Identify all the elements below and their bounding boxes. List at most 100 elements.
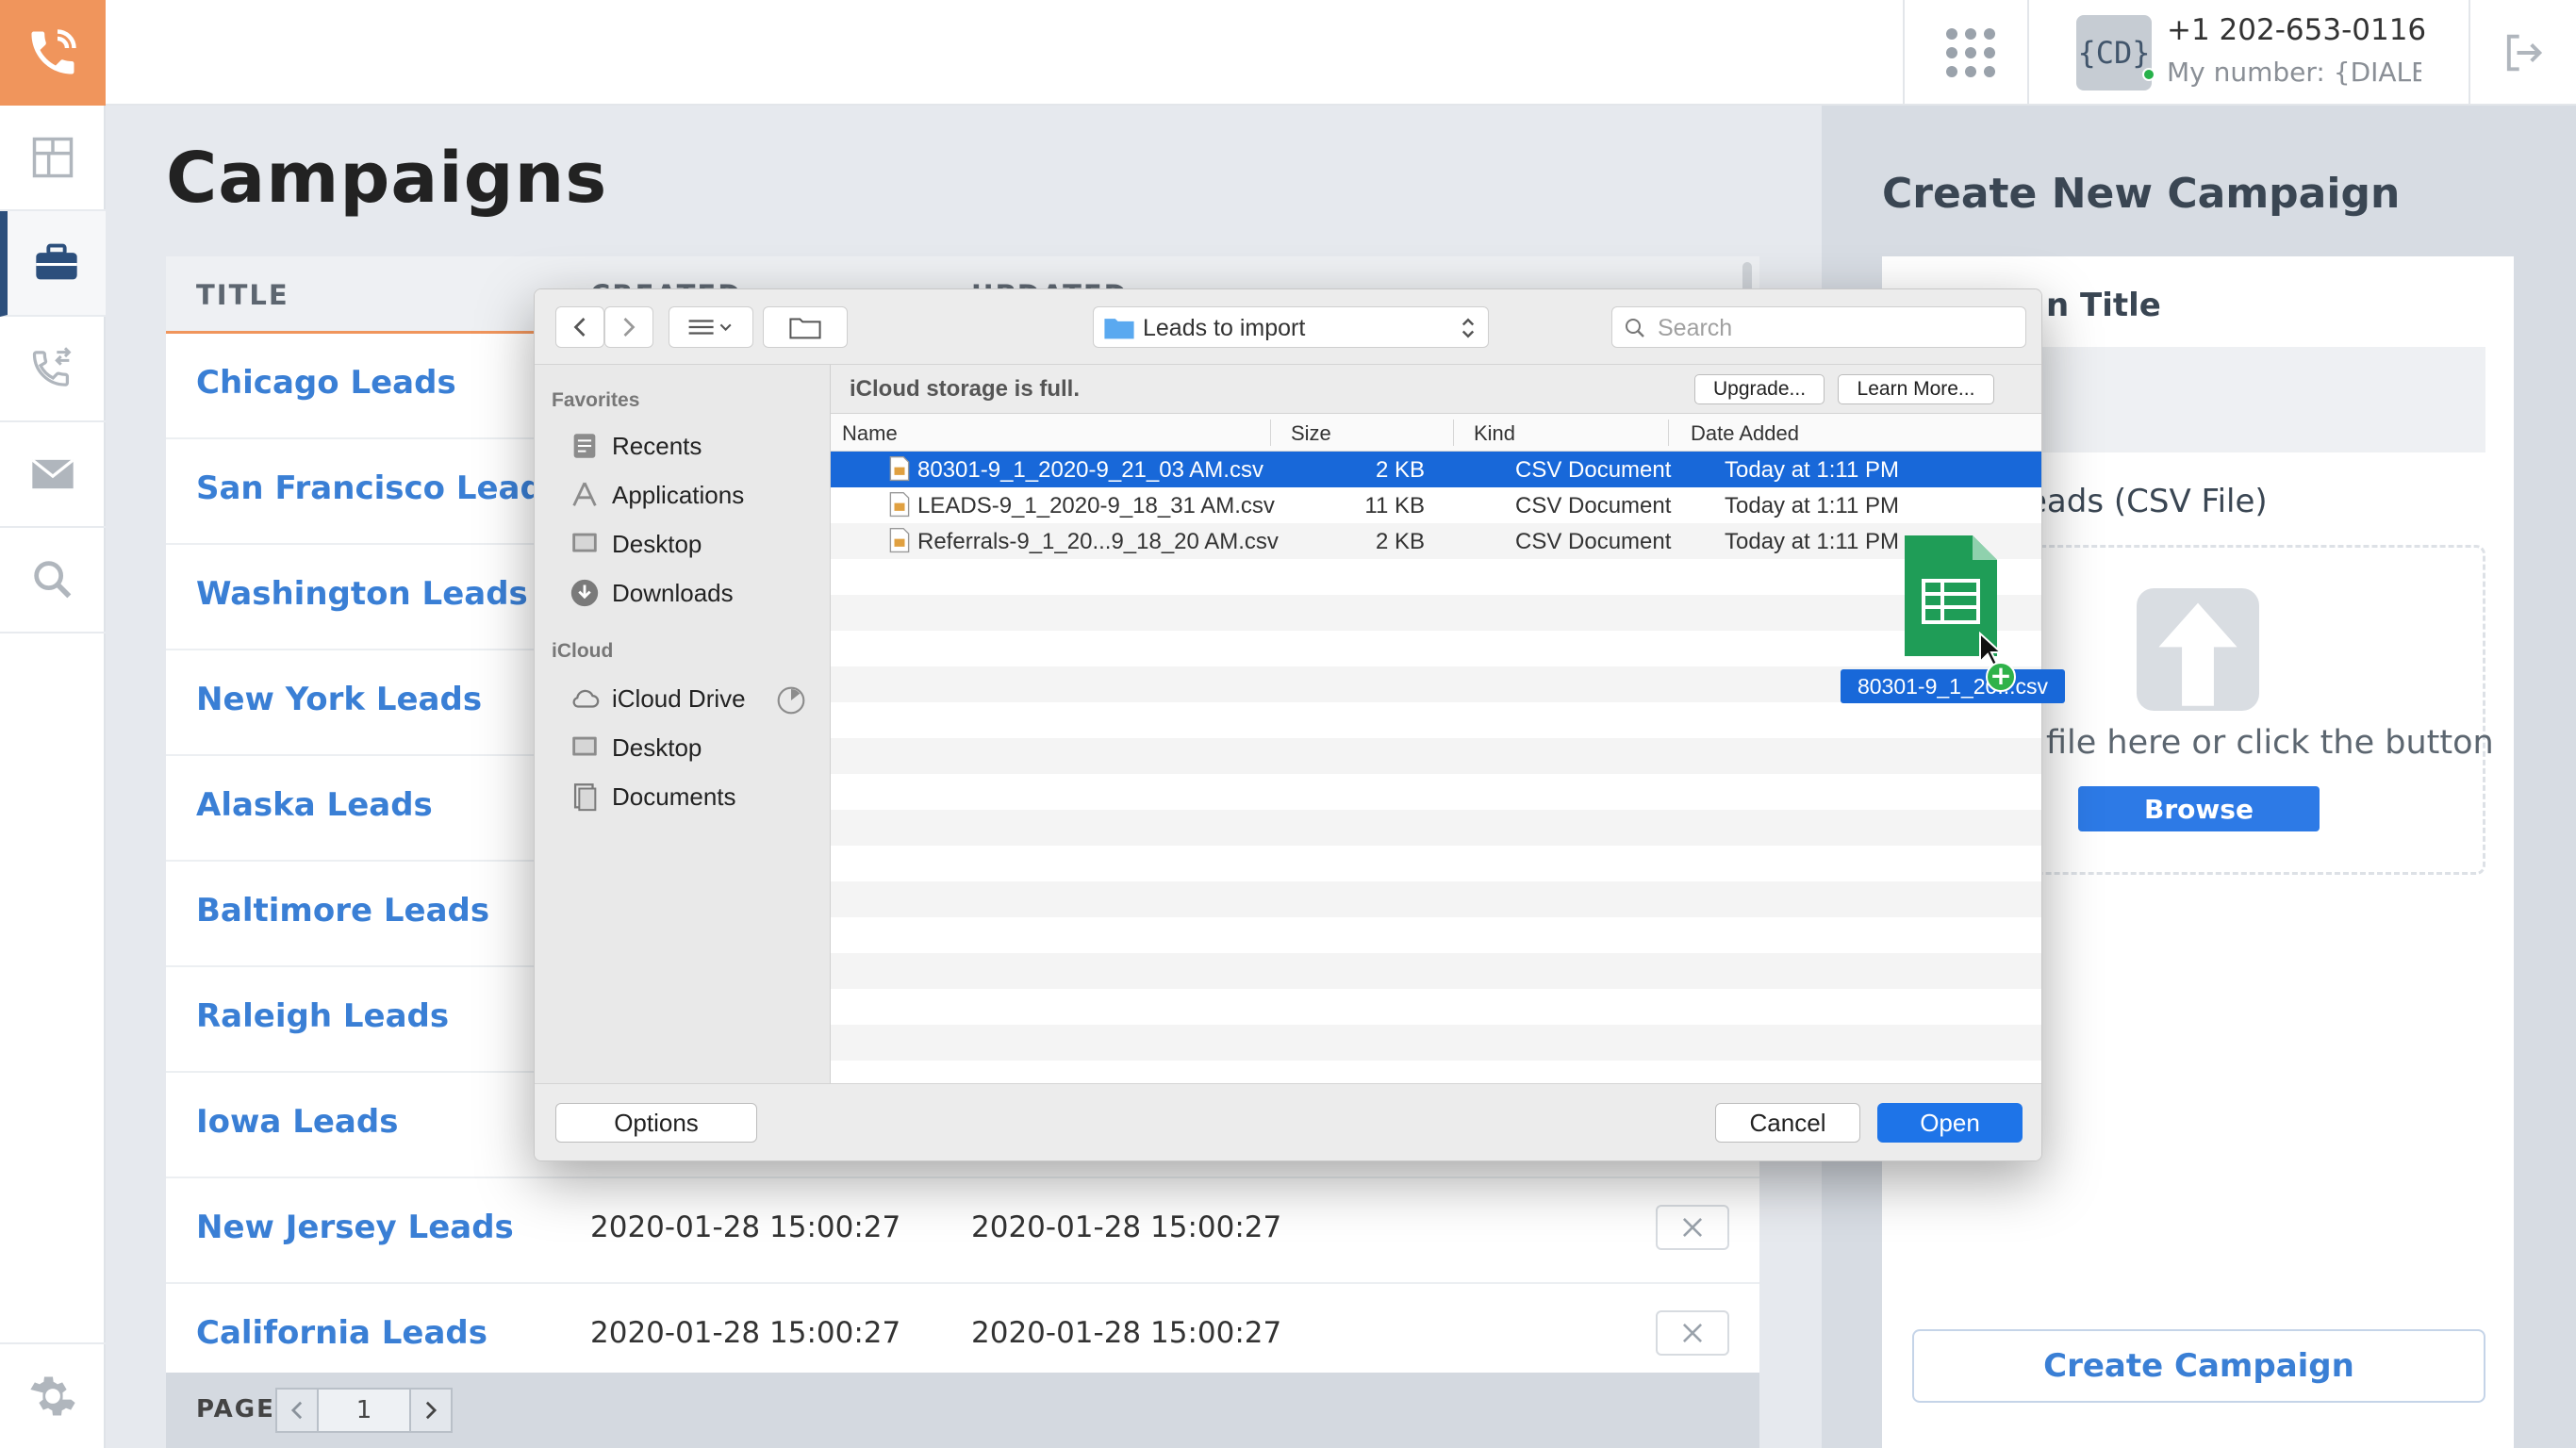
sidebar-item-downloads[interactable]: Downloads xyxy=(569,574,734,612)
recents-icon xyxy=(573,434,596,458)
sidebar-item-icloud-drive[interactable]: iCloud Drive xyxy=(569,680,746,717)
icloud-message: iCloud storage is full. xyxy=(850,376,1081,402)
file-size: 11 KB xyxy=(1364,493,1425,518)
empty-row xyxy=(831,881,2041,917)
dialog-toolbar: Leads to import Search xyxy=(535,289,2041,365)
location-dropdown[interactable]: Leads to import xyxy=(1093,306,1489,348)
dialpad-icon[interactable] xyxy=(1942,25,1999,81)
cancel-button[interactable]: Cancel xyxy=(1715,1103,1860,1143)
avatar[interactable]: {CD} xyxy=(2076,15,2152,90)
downloads-icon xyxy=(570,579,599,607)
sidebar-item-desktop[interactable]: Desktop xyxy=(569,525,702,563)
file-row[interactable]: Referrals-9_1_20...9_18_20 AM.csv 2 KB C… xyxy=(831,523,2041,559)
column-date-added[interactable]: Date Added xyxy=(1691,421,1799,446)
sync-progress-icon xyxy=(776,685,806,716)
csv-file-icon xyxy=(889,527,910,553)
sidebar-item-label: Applications xyxy=(612,480,745,509)
icloud-warning-bar: iCloud storage is full. Upgrade... Learn… xyxy=(831,365,2041,414)
sidebar-item-label: Desktop xyxy=(612,732,702,762)
campaign-title-link[interactable]: New York Leads xyxy=(196,681,482,718)
page-number-input[interactable]: 1 xyxy=(317,1388,411,1433)
gear-icon xyxy=(30,1376,75,1416)
file-date: Today at 1:11 PM xyxy=(1725,529,1899,554)
sidebar-item-label: Recents xyxy=(612,431,702,460)
file-name: 80301-9_1_2020-9_21_03 AM.csv xyxy=(917,457,1263,483)
upload-icon xyxy=(2137,588,2259,711)
learn-more-button[interactable]: Learn More... xyxy=(1838,374,1994,404)
nav-dashboard[interactable] xyxy=(0,106,106,211)
created-date: 2020-01-28 15:00:27 xyxy=(590,1316,901,1350)
envelope-icon xyxy=(31,458,74,489)
location-label: Leads to import xyxy=(1143,315,1306,341)
logout-icon[interactable] xyxy=(2499,28,2548,77)
upgrade-button[interactable]: Upgrade... xyxy=(1694,374,1825,404)
sidebar-item-recents[interactable]: Recents xyxy=(569,427,702,465)
file-name: LEADS-9_1_2020-9_18_31 AM.csv xyxy=(917,493,1275,518)
sidebar-item-label: Downloads xyxy=(612,578,734,607)
delete-button[interactable] xyxy=(1656,1205,1729,1250)
campaign-title-link[interactable]: Chicago Leads xyxy=(196,364,456,402)
file-browser: iCloud storage is full. Upgrade... Learn… xyxy=(831,365,2041,1083)
campaign-title-link[interactable]: New Jersey Leads xyxy=(196,1209,514,1246)
options-button[interactable]: Options xyxy=(555,1103,757,1143)
file-row[interactable]: 80301-9_1_2020-9_21_03 AM.csv 2 KB CSV D… xyxy=(831,452,2041,487)
my-number: My number: {DIALER xyxy=(2167,57,2421,88)
online-status-dot xyxy=(2142,68,2155,81)
campaign-title-link[interactable]: California Leads xyxy=(196,1314,487,1352)
campaign-title-link[interactable]: Iowa Leads xyxy=(196,1103,398,1141)
sidebar-item-icloud-desktop[interactable]: Desktop xyxy=(569,729,702,766)
campaign-title-link[interactable]: Baltimore Leads xyxy=(196,892,489,930)
nav-search[interactable] xyxy=(0,528,106,634)
chevron-right-icon xyxy=(623,318,636,337)
file-row[interactable]: LEADS-9_1_2020-9_18_31 AM.csv 11 KB CSV … xyxy=(831,487,2041,523)
empty-row xyxy=(831,989,2041,1025)
sidebar-item-applications[interactable]: Applications xyxy=(569,476,744,514)
list-view-icon xyxy=(688,320,732,335)
cloud-icon xyxy=(572,689,600,708)
campaign-title-link[interactable]: Raleigh Leads xyxy=(196,997,449,1035)
column-kind[interactable]: Kind xyxy=(1474,421,1515,446)
updated-date: 2020-01-28 15:00:27 xyxy=(971,1210,1282,1244)
open-button[interactable]: Open xyxy=(1877,1103,2023,1143)
search-placeholder: Search xyxy=(1658,315,1733,341)
column-divider xyxy=(1668,420,1669,446)
created-date: 2020-01-28 15:00:27 xyxy=(590,1210,901,1244)
table-row[interactable]: New Jersey Leads 2020-01-28 15:00:27 202… xyxy=(166,1178,1759,1284)
nav-calls[interactable] xyxy=(0,317,106,422)
nav-messages[interactable] xyxy=(0,422,106,528)
phone-transfer-icon xyxy=(32,347,72,387)
file-kind: CSV Document xyxy=(1515,529,1672,554)
campaign-title-link[interactable]: Alaska Leads xyxy=(196,786,433,824)
campaign-title-link[interactable]: Washington Leads xyxy=(196,575,528,613)
prev-page-button[interactable] xyxy=(275,1388,319,1433)
forward-button[interactable] xyxy=(604,306,653,348)
search-field[interactable]: Search xyxy=(1611,306,2026,348)
nav-settings[interactable] xyxy=(0,1342,106,1448)
column-divider xyxy=(1453,420,1454,446)
briefcase-icon xyxy=(36,243,77,280)
column-name[interactable]: Name xyxy=(842,421,898,446)
column-size[interactable]: Size xyxy=(1291,421,1331,446)
file-kind: CSV Document xyxy=(1515,457,1672,483)
dragged-file-label: 80301-9_1_20...csv xyxy=(1841,669,2065,703)
next-page-button[interactable] xyxy=(409,1388,453,1433)
create-campaign-button[interactable]: Create Campaign xyxy=(1912,1329,2485,1403)
browse-button[interactable]: Browse xyxy=(2078,786,2320,831)
empty-row xyxy=(831,702,2041,738)
empty-row xyxy=(831,846,2041,881)
app-logo[interactable] xyxy=(0,0,106,106)
left-sidebar xyxy=(0,0,106,1448)
back-button[interactable] xyxy=(555,306,604,348)
csv-file-icon xyxy=(889,455,910,482)
search-icon xyxy=(1626,319,1644,337)
view-mode-button[interactable] xyxy=(669,306,753,348)
sidebar-item-documents[interactable]: Documents xyxy=(569,778,736,815)
delete-button[interactable] xyxy=(1656,1310,1729,1356)
updown-chevron-icon xyxy=(1461,318,1475,338)
new-folder-button[interactable] xyxy=(763,306,848,348)
campaign-title-label: n Title xyxy=(2046,287,2161,324)
column-title[interactable]: TITLE xyxy=(196,279,289,311)
campaign-title-link[interactable]: San Francisco Leads xyxy=(196,469,562,507)
file-size: 2 KB xyxy=(1375,529,1425,554)
nav-campaigns[interactable] xyxy=(0,211,106,317)
